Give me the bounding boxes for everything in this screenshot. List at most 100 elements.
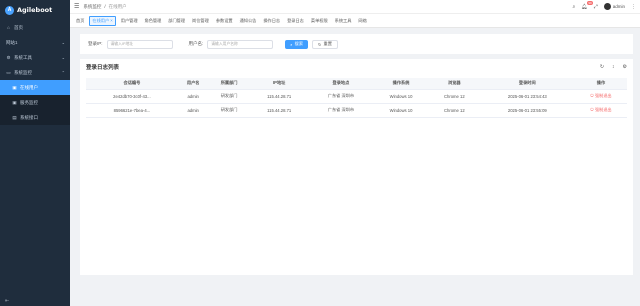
column-header[interactable]: 操作系统 <box>373 78 429 90</box>
refresh-icon[interactable]: ↻ <box>600 64 604 70</box>
column-header[interactable]: IP地址 <box>249 78 309 90</box>
tab-menu[interactable]: 菜单权限 <box>309 17 330 25</box>
logo-icon: A <box>5 5 14 15</box>
user-icon: ▣ <box>12 84 17 90</box>
table-header-row: 会话编号 用户名 所属部门 IP地址 登录地点 操作系统 浏览器 登录时间 操作 <box>86 78 627 90</box>
sidebar-item-label: 首页 <box>14 24 23 30</box>
tab-notice[interactable]: 通知公告 <box>238 17 259 25</box>
cell-browser: Chrome 12 <box>428 89 480 104</box>
table-row: 2e42db70-3c0f-43... admin 研发部门 115.44.28… <box>86 89 627 104</box>
username-input[interactable]: 请输入用户名称 <box>207 39 274 49</box>
cell-dept: 研发部门 <box>208 89 250 104</box>
more-icon[interactable]: ⋮ <box>631 4 636 10</box>
logout-icon: ⏻ <box>590 107 594 112</box>
collapse-icon[interactable]: ⇤ <box>5 298 9 304</box>
cell-username: admin <box>177 89 209 104</box>
breadcrumb: 系统监控 / 在线用户 <box>83 4 126 10</box>
user-menu[interactable]: admin <box>603 3 625 10</box>
server-icon: ▣ <box>12 99 17 105</box>
username-label: 用户名: <box>188 41 204 46</box>
column-header: 操作 <box>574 78 627 90</box>
chevron-up-icon: ⌃ <box>61 70 65 75</box>
breadcrumb-parent[interactable]: 系统监控 <box>83 4 101 10</box>
tab-dept-management[interactable]: 部门管理 <box>166 17 187 25</box>
breadcrumb-current: 在线用户 <box>108 3 127 9</box>
sidebar-item-site1[interactable]: 网站1 ⌄ <box>0 35 70 50</box>
tab-home[interactable]: 首页 <box>74 17 86 25</box>
tags-view: 首页 在线用户 × 用户管理 角色管理 部门管理 岗位管理 参数设置 通知公告 … <box>70 14 640 28</box>
hamburger-icon[interactable]: ☰ <box>74 3 79 10</box>
cell-os: Windows 10 <box>373 89 429 104</box>
footer-area <box>80 275 633 303</box>
app-logo[interactable]: A Agileboot <box>0 0 70 20</box>
cell-login-time: 2025-06-01 23:55:09 <box>479 103 575 118</box>
tab-user-management[interactable]: 用户管理 <box>119 17 140 25</box>
api-icon: ▤ <box>12 114 17 120</box>
cell-username: admin <box>177 103 209 118</box>
app-title: Agileboot <box>17 6 53 14</box>
header-actions: ⌕ 🔔︎ 99 ⤢ admin ⋮ <box>573 0 636 10</box>
cell-os: Windows 10 <box>373 103 429 118</box>
sidebar-item-label: 服务监控 <box>20 99 38 105</box>
search-icon[interactable]: ⌕ <box>573 4 576 10</box>
avatar <box>603 3 611 10</box>
cell-ip: 115.44.28.71 <box>249 89 309 104</box>
force-logout-label: 强制退出 <box>594 107 612 112</box>
column-header[interactable]: 登录地点 <box>308 78 374 90</box>
column-header[interactable]: 用户名 <box>177 78 209 90</box>
sidebar: A Agileboot ⌂ 首页 网站1 ⌄ ⚙ 系统工具 ⌄ ▭ 系统监控 ⌃… <box>0 0 70 306</box>
breadcrumb-separator: / <box>104 3 106 9</box>
monitor-icon: ▭ <box>6 69 11 75</box>
chevron-down-icon: ⌄ <box>61 40 65 45</box>
tab-role-management[interactable]: 角色管理 <box>143 17 164 25</box>
tab-login-log[interactable]: 登录日志 <box>285 17 306 25</box>
sidebar-item-label: 系统工具 <box>14 54 32 60</box>
bell-icon[interactable]: 🔔︎ 99 <box>581 0 593 10</box>
home-icon: ⌂ <box>7 25 10 30</box>
sidebar-item-home[interactable]: ⌂ 首页 <box>0 20 70 35</box>
tab-system-tools[interactable]: 系统工具 <box>333 17 354 25</box>
username: admin <box>612 4 625 9</box>
reset-button[interactable]: ↻ 重置 <box>312 39 338 49</box>
table-toolbar: ↻ ↕ ⚙ <box>600 64 627 70</box>
column-header[interactable]: 登录时间 <box>479 78 575 90</box>
cell-session-id: 2e42db70-3c0f-43... <box>86 89 178 104</box>
cell-browser: Chrome 12 <box>428 103 480 118</box>
tab-network[interactable]: 网络 <box>356 17 368 25</box>
cell-location: 广东省 深圳市 <box>308 89 374 104</box>
notification-badge: 99 <box>587 0 593 5</box>
column-header[interactable]: 所属部门 <box>208 78 250 90</box>
sidebar-item-system-monitor[interactable]: ▭ 系统监控 ⌃ <box>0 65 70 80</box>
tab-config[interactable]: 参数设置 <box>214 17 235 25</box>
cell-location: 广东省 深圳市 <box>308 103 374 118</box>
login-ip-input[interactable]: 请输入IP地址 <box>106 39 173 49</box>
chevron-down-icon: ⌄ <box>61 55 65 60</box>
reset-button-label: 重置 <box>323 41 332 46</box>
cell-dept: 研发部门 <box>208 103 250 118</box>
search-button-label: 搜索 <box>294 41 304 46</box>
force-logout-button[interactable]: ⏻ 强制退出 <box>574 89 627 104</box>
sidebar-item-server-monitor[interactable]: ▣ 服务监控 <box>0 95 70 110</box>
tab-operation-log[interactable]: 操作日志 <box>261 17 282 25</box>
sidebar-item-label: 系统接口 <box>20 114 38 120</box>
force-logout-button[interactable]: ⏻ 强制退出 <box>574 103 627 118</box>
search-button[interactable]: ⌕ 搜索 <box>285 39 309 49</box>
table-row: 8596621e-7bea-4... admin 研发部门 115.44.28.… <box>86 103 627 118</box>
density-icon[interactable]: ↕ <box>612 64 615 70</box>
sidebar-item-label: 系统监控 <box>14 69 32 75</box>
fullscreen-icon[interactable]: ⤢ <box>594 4 598 10</box>
column-header[interactable]: 浏览器 <box>428 78 480 90</box>
cell-ip: 115.44.28.71 <box>249 103 309 118</box>
sidebar-item-system-tools[interactable]: ⚙ 系统工具 ⌄ <box>0 50 70 65</box>
tab-online-users[interactable]: 在线用户 × <box>89 15 116 26</box>
sidebar-item-online-users[interactable]: ▣ 在线用户 <box>0 80 70 95</box>
settings-icon[interactable]: ⚙ <box>623 64 627 70</box>
sidebar-item-label: 在线用户 <box>20 84 38 90</box>
table-title: 登录日志列表 <box>86 64 120 71</box>
tab-post-management[interactable]: 岗位管理 <box>190 17 211 25</box>
login-log-table: 会话编号 用户名 所属部门 IP地址 登录地点 操作系统 浏览器 登录时间 操作… <box>86 78 627 118</box>
top-bar: ☰ 系统监控 / 在线用户 ⌕ 🔔︎ 99 ⤢ admin ⋮ <box>70 0 640 14</box>
column-header[interactable]: 会话编号 <box>86 78 178 90</box>
sidebar-item-system-api[interactable]: ▤ 系统接口 <box>0 110 70 125</box>
search-form: 登录IP: 请输入IP地址 用户名: 请输入用户名称 ⌕ 搜索 ↻ 重置 <box>80 34 633 54</box>
